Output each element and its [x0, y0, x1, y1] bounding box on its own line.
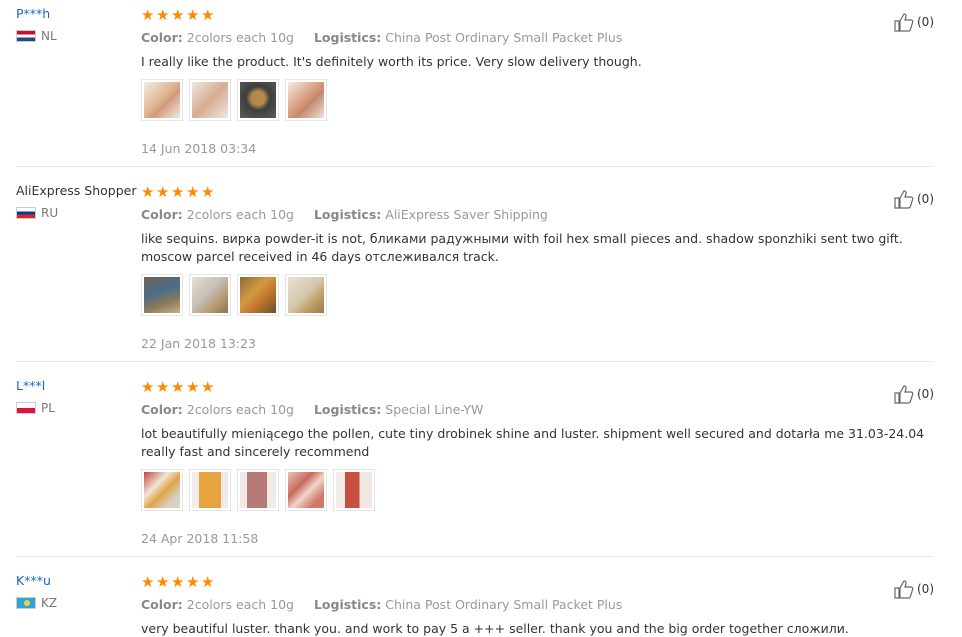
helpful-button[interactable]: (0) [893, 384, 934, 404]
review-text: very beautiful luster. thank you. and wo… [141, 621, 849, 636]
review-text: I really like the product. It's definite… [141, 54, 642, 69]
review-date: 22 Jan 2018 13:23 [141, 336, 256, 351]
pl-flag-icon [16, 402, 36, 414]
kz-flag-icon [16, 597, 36, 609]
reviewer-country: RU [16, 206, 141, 220]
review-photos [141, 79, 901, 121]
star-icon: ★ [201, 378, 215, 396]
logistics-label: Logistics: [313, 207, 382, 222]
review-text: like sequins. вирка powder-it is not, бл… [141, 231, 903, 264]
country-code: RU [41, 206, 59, 220]
star-rating: ★ ★ ★ ★ ★ [141, 378, 901, 396]
star-icon: ★ [201, 6, 215, 24]
star-icon: ★ [156, 183, 170, 201]
star-icon: ★ [171, 183, 185, 201]
reviewer-name[interactable]: L***l [16, 378, 141, 393]
review-photo[interactable] [141, 79, 183, 121]
star-icon: ★ [201, 573, 215, 591]
logistics-value: Special Line-YW [385, 402, 484, 417]
color-label: Color: [141, 207, 183, 222]
reviewer-name[interactable]: AliExpress Shopper [16, 183, 141, 198]
order-info: Color: 2colors each 10g Logistics: AliEx… [141, 207, 901, 222]
helpful-count: (0) [917, 15, 934, 29]
star-icon: ★ [186, 378, 200, 396]
logistics-label: Logistics: [313, 30, 382, 45]
color-value: 2colors each 10g [186, 402, 294, 417]
star-icon: ★ [141, 6, 155, 24]
star-icon: ★ [171, 6, 185, 24]
reviewer-country: NL [16, 29, 141, 43]
color-label: Color: [141, 402, 183, 417]
color-label: Color: [141, 597, 183, 612]
star-rating: ★ ★ ★ ★ ★ [141, 6, 901, 24]
star-icon: ★ [156, 378, 170, 396]
star-icon: ★ [141, 573, 155, 591]
reviewer-name[interactable]: P***h [16, 6, 141, 21]
star-rating: ★ ★ ★ ★ ★ [141, 573, 901, 591]
review-photo[interactable] [189, 469, 231, 511]
country-code: PL [41, 401, 55, 415]
color-value: 2colors each 10g [186, 30, 294, 45]
star-icon: ★ [141, 378, 155, 396]
review-photo[interactable] [141, 469, 183, 511]
logistics-value: AliExpress Saver Shipping [385, 207, 548, 222]
logistics-value: China Post Ordinary Small Packet Plus [385, 30, 623, 45]
star-icon: ★ [156, 6, 170, 24]
star-rating: ★ ★ ★ ★ ★ [141, 183, 901, 201]
review-photo[interactable] [333, 469, 375, 511]
logistics-value: China Post Ordinary Small Packet Plus [385, 597, 623, 612]
review-date: 14 Jun 2018 03:34 [141, 141, 257, 156]
helpful-button[interactable]: (0) [893, 189, 934, 209]
thumbs-up-icon [894, 190, 914, 209]
order-info: Color: 2colors each 10g Logistics: China… [141, 597, 901, 612]
color-label: Color: [141, 30, 183, 45]
thumbs-up-icon [894, 385, 914, 404]
color-value: 2colors each 10g [186, 597, 294, 612]
review-photo[interactable] [237, 469, 279, 511]
review-photos [141, 469, 901, 511]
helpful-button[interactable]: (0) [893, 579, 934, 599]
star-icon: ★ [201, 183, 215, 201]
review-text: lot beautifully mieniącego the pollen, c… [141, 426, 925, 459]
helpful-button[interactable]: (0) [893, 12, 934, 32]
order-info: Color: 2colors each 10g Logistics: Speci… [141, 402, 901, 417]
country-code: NL [41, 29, 57, 43]
country-code: KZ [41, 596, 58, 610]
order-info: Color: 2colors each 10g Logistics: China… [141, 30, 901, 45]
star-icon: ★ [156, 573, 170, 591]
nl-flag-icon [16, 30, 36, 42]
star-icon: ★ [186, 573, 200, 591]
helpful-count: (0) [917, 582, 934, 596]
review-photos [141, 274, 901, 316]
review-date: 24 Apr 2018 11:58 [141, 531, 259, 546]
thumbs-up-icon [894, 13, 914, 32]
color-value: 2colors each 10g [186, 207, 294, 222]
reviewer-name[interactable]: K***u [16, 573, 141, 588]
review-photo[interactable] [237, 79, 279, 121]
star-icon: ★ [186, 6, 200, 24]
review-photo[interactable] [285, 274, 327, 316]
review-photo[interactable] [189, 79, 231, 121]
star-icon: ★ [141, 183, 155, 201]
star-icon: ★ [186, 183, 200, 201]
star-icon: ★ [171, 378, 185, 396]
star-icon: ★ [171, 573, 185, 591]
review-photo[interactable] [141, 274, 183, 316]
reviewer-country: PL [16, 401, 141, 415]
review-photo[interactable] [285, 469, 327, 511]
review-photo[interactable] [237, 274, 279, 316]
reviewer-country: KZ [16, 596, 141, 610]
helpful-count: (0) [917, 387, 934, 401]
thumbs-up-icon [894, 580, 914, 599]
logistics-label: Logistics: [313, 597, 382, 612]
helpful-count: (0) [917, 192, 934, 206]
ru-flag-icon [16, 207, 36, 219]
review-photo[interactable] [189, 274, 231, 316]
logistics-label: Logistics: [313, 402, 382, 417]
review-photo[interactable] [285, 79, 327, 121]
